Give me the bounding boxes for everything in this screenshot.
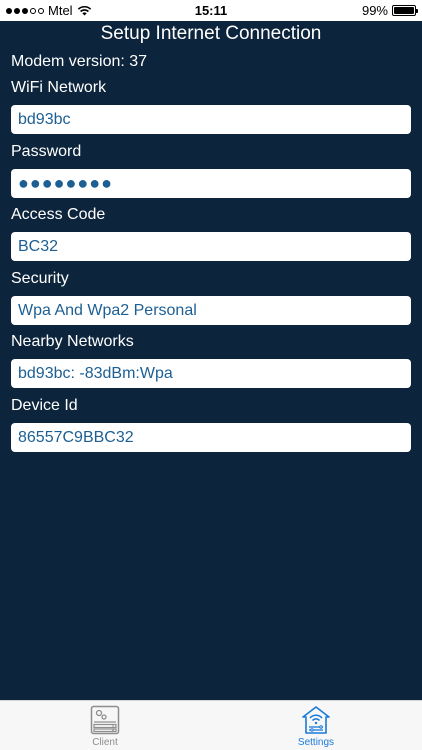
tab-client-label: Client [92, 737, 118, 748]
tab-bar: Client Settings [0, 700, 422, 750]
page-title: Setup Internet Connection [100, 23, 322, 44]
battery-percent: 99% [361, 3, 388, 18]
client-server-icon [90, 705, 120, 735]
battery-fill [394, 7, 414, 14]
status-right: 99% [361, 3, 418, 18]
password-label: Password [11, 143, 82, 160]
device-id-input[interactable]: 86557C9BBC32 [11, 423, 411, 452]
nearby-networks-input[interactable]: bd93bc: -83dBm:Wpa [11, 359, 411, 388]
wifi-network-input[interactable]: bd93bc [11, 105, 411, 134]
wifi-router-icon [302, 706, 330, 734]
wifi-network-label: WiFi Network [11, 79, 107, 96]
nearby-networks-label: Nearby Networks [11, 333, 134, 350]
status-bar: Mtel 15:11 99% [0, 0, 422, 21]
tab-client[interactable]: Client [45, 701, 165, 750]
battery-icon [392, 5, 418, 16]
device-id-label: Device Id [11, 397, 78, 414]
tab-settings-label: Settings [297, 737, 335, 748]
tab-settings[interactable]: Settings [256, 701, 376, 750]
security-label: Security [11, 270, 69, 287]
modem-version: Modem version: 37 [11, 53, 148, 70]
access-code-label: Access Code [11, 206, 106, 223]
password-input[interactable]: ●●●●●●●● [11, 169, 411, 198]
access-code-input[interactable]: BC32 [11, 232, 411, 261]
status-time: 15:11 [194, 3, 228, 18]
security-input[interactable]: Wpa And Wpa2 Personal [11, 296, 411, 325]
